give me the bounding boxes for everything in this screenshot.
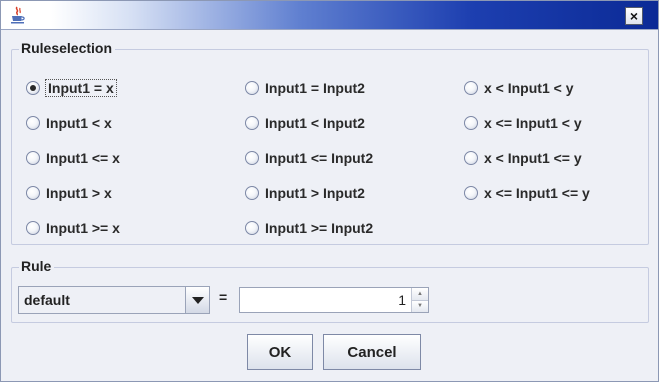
radio-icon [26,116,40,130]
equals-label: = [219,289,228,305]
radio-input1-le-x[interactable]: Input1 <= x [26,148,120,168]
radio-icon [26,221,40,235]
spinner-down-icon[interactable]: ▼ [412,299,428,312]
radio-icon [245,151,259,165]
radio-input1-eq-x[interactable]: Input1 = x [26,78,117,98]
radio-input1-ge-x[interactable]: Input1 >= x [26,218,120,238]
radio-icon [464,186,478,200]
radio-label: x < Input1 < y [484,80,574,96]
radio-label: x < Input1 <= y [484,150,582,166]
combobox-value: default [24,292,70,308]
spinner-up-icon[interactable]: ▲ [412,288,428,300]
radio-label: Input1 = Input2 [265,80,365,96]
radio-input1-eq-input2[interactable]: Input1 = Input2 [245,78,365,98]
radio-label: x <= Input1 < y [484,115,582,131]
radio-label: x <= Input1 <= y [484,185,590,201]
value-spinner[interactable]: 1 ▲ ▼ [239,287,429,313]
radio-icon [26,151,40,165]
radio-label: Input1 >= x [46,220,120,236]
radio-x-le-input1-lt-y[interactable]: x <= Input1 < y [464,113,582,133]
close-icon: × [629,8,639,24]
close-button[interactable]: × [625,7,643,25]
radio-x-le-input1-le-y[interactable]: x <= Input1 <= y [464,183,590,203]
radio-icon [245,221,259,235]
radio-selected-icon [26,81,40,95]
ok-button[interactable]: OK [247,334,313,370]
radio-icon [245,116,259,130]
rule-legend: Rule [19,258,55,274]
radio-label: Input1 > x [46,185,112,201]
radio-x-lt-input1-le-y[interactable]: x < Input1 <= y [464,148,582,168]
radio-icon [464,116,478,130]
radio-icon [26,186,40,200]
radio-icon [464,151,478,165]
radio-label: Input1 > Input2 [265,185,365,201]
rule-combobox[interactable]: default [18,286,210,314]
radio-label: Input1 = x [45,79,117,97]
radio-input1-le-input2[interactable]: Input1 <= Input2 [245,148,373,168]
ruleselection-legend: Ruleselection [19,40,116,56]
radio-icon [464,81,478,95]
radio-icon [245,81,259,95]
radio-label: Input1 <= x [46,150,120,166]
radio-input1-gt-x[interactable]: Input1 > x [26,183,112,203]
radio-icon [245,186,259,200]
spinner-value[interactable]: 1 [240,288,411,312]
radio-x-lt-input1-lt-y[interactable]: x < Input1 < y [464,78,573,98]
title-bar[interactable]: × [1,1,658,30]
dialog-window: × Ruleselection Input1 = x Input1 < x In… [0,0,659,382]
radio-label: Input1 < x [46,115,112,131]
dropdown-arrow-icon[interactable] [185,287,209,313]
radio-label: Input1 < Input2 [265,115,365,131]
radio-label: Input1 <= Input2 [265,150,374,166]
cancel-button[interactable]: Cancel [323,334,421,370]
java-cup-icon [11,6,25,24]
radio-input1-lt-x[interactable]: Input1 < x [26,113,112,133]
radio-input1-lt-input2[interactable]: Input1 < Input2 [245,113,365,133]
radio-input1-gt-input2[interactable]: Input1 > Input2 [245,183,365,203]
radio-label: Input1 >= Input2 [265,220,374,236]
radio-input1-ge-input2[interactable]: Input1 >= Input2 [245,218,373,238]
